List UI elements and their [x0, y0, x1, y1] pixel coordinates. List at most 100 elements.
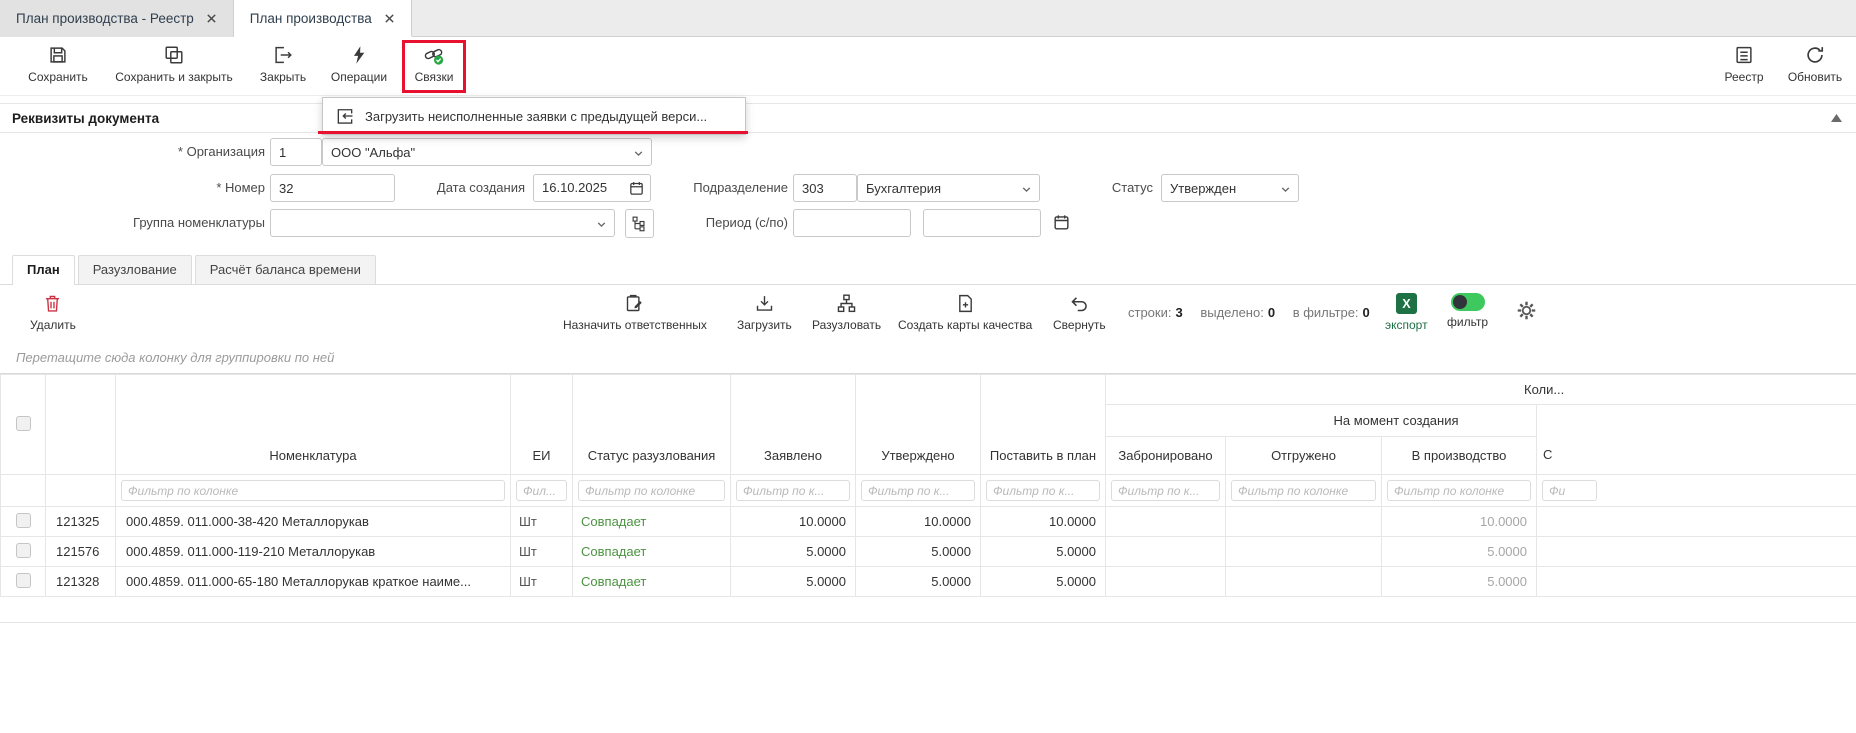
excel-icon: X — [1396, 293, 1417, 314]
grid-toolbar: Удалить Назначить ответственных Загрузит… — [0, 285, 1856, 343]
period-calendar-icon[interactable] — [1052, 213, 1071, 232]
assign-icon — [624, 293, 645, 314]
period-from-input[interactable] — [793, 209, 911, 237]
requisites-header: Реквизиты документа — [0, 103, 1856, 133]
operations-button[interactable]: Операции — [326, 44, 392, 84]
column-header-approved[interactable]: Утверждено — [856, 375, 981, 475]
column-header-declared[interactable]: Заявлено — [731, 375, 856, 475]
save-close-label: Сохранить и закрыть — [115, 70, 232, 84]
period-to-input[interactable] — [923, 209, 1041, 237]
tab-plan[interactable]: План — [12, 255, 75, 285]
plan-table: Номенклатура ЕИ Статус разузлования Заяв… — [0, 374, 1856, 597]
filter-input-nomenclature[interactable] — [121, 480, 505, 501]
column-header-explosion-status[interactable]: Статус разузлования — [573, 375, 731, 475]
cell-in-production: 5.0000 — [1382, 537, 1537, 567]
menu-item-load-unfulfilled-requests[interactable]: Загрузить неисполненные заявки с предыду… — [335, 106, 733, 126]
select-all-checkbox[interactable] — [16, 416, 31, 431]
cell-to-plan: 10.0000 — [981, 507, 1106, 537]
selected-count-value: 0 — [1268, 305, 1275, 320]
save-close-button[interactable]: Сохранить и закрыть — [110, 44, 238, 84]
save-button[interactable]: Сохранить — [20, 44, 96, 84]
window-tab-plan[interactable]: План производства — [234, 0, 412, 37]
organization-code-input[interactable] — [270, 138, 322, 166]
column-header-to-plan[interactable]: Поставить в план — [981, 375, 1106, 475]
toggle-switch-icon[interactable] — [1451, 293, 1485, 311]
window-tab-bar: План производства - Реестр План производ… — [0, 0, 1856, 37]
collapse-label: Свернуть — [1053, 318, 1106, 332]
row-checkbox[interactable] — [16, 573, 31, 588]
registry-button[interactable]: Реестр — [1718, 44, 1770, 84]
organization-select[interactable]: ООО "Альфа" — [322, 138, 652, 166]
filter-input-shipped[interactable] — [1231, 480, 1376, 501]
cell-declared: 5.0000 — [731, 567, 856, 597]
column-header-unit[interactable]: ЕИ — [511, 375, 573, 475]
load-label: Загрузить — [737, 318, 792, 332]
operations-label: Операции — [331, 70, 387, 84]
tab-time-balance[interactable]: Расчёт баланса времени — [195, 255, 376, 284]
table-row[interactable]: 121325 000.4859. 011.000-38-420 Металлор… — [1, 507, 1856, 537]
load-button[interactable]: Загрузить — [737, 293, 792, 332]
status-value: Утвержден — [1170, 181, 1236, 196]
delete-button[interactable]: Удалить — [30, 293, 76, 332]
cell-shipped — [1226, 537, 1382, 567]
menu-item-label: Загрузить неисполненные заявки с предыду… — [365, 109, 707, 124]
filter-input-approved[interactable] — [861, 480, 975, 501]
grid-settings-button[interactable] — [1516, 300, 1537, 321]
row-checkbox[interactable] — [16, 543, 31, 558]
division-value: Бухгалтерия — [866, 181, 941, 196]
filter-input-to-plan[interactable] — [986, 480, 1100, 501]
division-code-input[interactable] — [793, 174, 857, 202]
collapse-rows-button[interactable]: Свернуть — [1053, 293, 1106, 332]
filter-input-declared[interactable] — [736, 480, 850, 501]
create-quality-maps-button[interactable]: Создать карты качества — [898, 293, 1032, 332]
column-header-cutoff[interactable]: С — [1537, 405, 1856, 475]
plan-panel: Удалить Назначить ответственных Загрузит… — [0, 284, 1856, 623]
collapse-arrow-icon[interactable] — [1831, 114, 1842, 122]
filter-input-status[interactable] — [578, 480, 725, 501]
filter-input-cutoff[interactable] — [1542, 480, 1597, 501]
refresh-button[interactable]: Обновить — [1784, 44, 1846, 84]
filter-input-in-production[interactable] — [1387, 480, 1531, 501]
refresh-label: Обновить — [1788, 70, 1842, 84]
period-label: Период (с/по) — [600, 209, 788, 237]
id-column-header[interactable] — [46, 375, 116, 475]
cell-nomenclature: 000.4859. 011.000-119-210 Металлорукав — [116, 537, 511, 567]
explode-button[interactable]: Разузловать — [812, 293, 881, 332]
close-tab-icon[interactable] — [384, 13, 395, 24]
group-by-hint: Перетащите сюда колонку для группировки … — [0, 343, 1856, 374]
grid-bottom-strip — [0, 597, 1856, 623]
filter-cell — [981, 475, 1106, 507]
assign-responsible-button[interactable]: Назначить ответственных — [563, 293, 707, 332]
row-checkbox[interactable] — [16, 513, 31, 528]
window-tab-label: План производства — [250, 11, 372, 26]
filter-cell — [1382, 475, 1537, 507]
cell-in-production: 10.0000 — [1382, 507, 1537, 537]
undo-arrow-icon — [1069, 293, 1090, 314]
close-tab-icon[interactable] — [206, 13, 217, 24]
gear-icon — [1516, 300, 1537, 321]
cell-nomenclature: 000.4859. 011.000-38-420 Металлорукав — [116, 507, 511, 537]
cell-declared: 5.0000 — [731, 537, 856, 567]
column-header-in-production[interactable]: В производство — [1382, 437, 1537, 475]
column-header-shipped[interactable]: Отгружено — [1226, 437, 1382, 475]
rows-count-value: 3 — [1175, 305, 1182, 320]
filter-input-unit[interactable] — [516, 480, 567, 501]
filter-input-reserved[interactable] — [1111, 480, 1220, 501]
cell-unit: Шт — [511, 567, 573, 597]
table-row[interactable]: 121328 000.4859. 011.000-65-180 Металлор… — [1, 567, 1856, 597]
tab-explosion[interactable]: Разузлование — [78, 255, 192, 284]
export-excel-button[interactable]: X экспорт — [1385, 293, 1428, 332]
trash-icon — [42, 293, 63, 314]
nomenclature-group-select[interactable] — [270, 209, 615, 237]
table-row[interactable]: 121576 000.4859. 011.000-119-210 Металло… — [1, 537, 1856, 567]
delete-label: Удалить — [30, 318, 76, 332]
status-select[interactable]: Утвержден — [1161, 174, 1299, 202]
cell-checkbox — [1, 507, 46, 537]
close-button[interactable]: Закрыть — [253, 44, 313, 84]
window-tab-plan-registry[interactable]: План производства - Реестр — [0, 0, 234, 37]
filter-toggle[interactable]: фильтр — [1447, 293, 1488, 329]
chevron-down-icon — [1279, 183, 1292, 196]
column-header-nomenclature[interactable]: Номенклатура — [116, 375, 511, 475]
export-label: экспорт — [1385, 318, 1428, 332]
column-header-reserved[interactable]: Забронировано — [1106, 437, 1226, 475]
